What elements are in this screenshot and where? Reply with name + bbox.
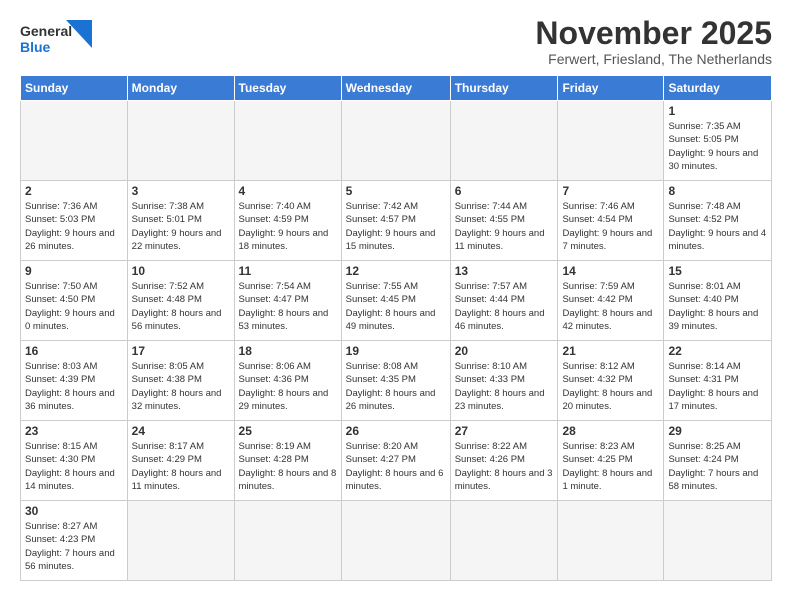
calendar-table: Sunday Monday Tuesday Wednesday Thursday… (20, 75, 772, 581)
table-cell-empty (558, 101, 664, 181)
table-cell-day20: 20 Sunrise: 8:10 AMSunset: 4:33 PMDaylig… (450, 341, 558, 421)
svg-text:General: General (20, 23, 72, 39)
table-cell-day19: 19 Sunrise: 8:08 AMSunset: 4:35 PMDaylig… (341, 341, 450, 421)
header-sunday: Sunday (21, 76, 128, 101)
table-row: 9 Sunrise: 7:50 AMSunset: 4:50 PMDayligh… (21, 261, 772, 341)
table-row: 2 Sunrise: 7:36 AMSunset: 5:03 PMDayligh… (21, 181, 772, 261)
table-row: 1 Sunrise: 7:35 AM Sunset: 5:05 PM Dayli… (21, 101, 772, 181)
table-cell-day10: 10 Sunrise: 7:52 AMSunset: 4:48 PMDaylig… (127, 261, 234, 341)
header-wednesday: Wednesday (341, 76, 450, 101)
header-monday: Monday (127, 76, 234, 101)
table-cell-empty (341, 501, 450, 581)
logo: General Blue (20, 16, 110, 60)
table-cell-day15: 15 Sunrise: 8:01 AMSunset: 4:40 PMDaylig… (664, 261, 772, 341)
table-cell-day17: 17 Sunrise: 8:05 AMSunset: 4:38 PMDaylig… (127, 341, 234, 421)
table-cell-empty (450, 501, 558, 581)
header-saturday: Saturday (664, 76, 772, 101)
table-cell-empty (234, 501, 341, 581)
table-cell-day3: 3 Sunrise: 7:38 AMSunset: 5:01 PMDayligh… (127, 181, 234, 261)
table-cell-day18: 18 Sunrise: 8:06 AMSunset: 4:36 PMDaylig… (234, 341, 341, 421)
table-row: 16 Sunrise: 8:03 AMSunset: 4:39 PMDaylig… (21, 341, 772, 421)
table-cell-day28: 28 Sunrise: 8:23 AMSunset: 4:25 PMDaylig… (558, 421, 664, 501)
table-row: 30 Sunrise: 8:27 AMSunset: 4:23 PMDaylig… (21, 501, 772, 581)
table-cell-empty (341, 101, 450, 181)
page: General Blue November 2025 Ferwert, Frie… (0, 0, 792, 591)
table-cell-day9: 9 Sunrise: 7:50 AMSunset: 4:50 PMDayligh… (21, 261, 128, 341)
table-cell-day1: 1 Sunrise: 7:35 AM Sunset: 5:05 PM Dayli… (664, 101, 772, 181)
table-cell-empty (127, 101, 234, 181)
month-title: November 2025 (535, 16, 772, 51)
title-area: November 2025 Ferwert, Friesland, The Ne… (535, 16, 772, 67)
table-cell-day6: 6 Sunrise: 7:44 AMSunset: 4:55 PMDayligh… (450, 181, 558, 261)
table-cell-day4: 4 Sunrise: 7:40 AMSunset: 4:59 PMDayligh… (234, 181, 341, 261)
header-friday: Friday (558, 76, 664, 101)
table-cell-day5: 5 Sunrise: 7:42 AMSunset: 4:57 PMDayligh… (341, 181, 450, 261)
table-cell-empty (234, 101, 341, 181)
table-cell-day23: 23 Sunrise: 8:15 AMSunset: 4:30 PMDaylig… (21, 421, 128, 501)
table-row: 23 Sunrise: 8:15 AMSunset: 4:30 PMDaylig… (21, 421, 772, 501)
table-cell-day27: 27 Sunrise: 8:22 AMSunset: 4:26 PMDaylig… (450, 421, 558, 501)
table-cell-day26: 26 Sunrise: 8:20 AMSunset: 4:27 PMDaylig… (341, 421, 450, 501)
svg-text:Blue: Blue (20, 39, 51, 55)
table-cell-day7: 7 Sunrise: 7:46 AMSunset: 4:54 PMDayligh… (558, 181, 664, 261)
header: General Blue November 2025 Ferwert, Frie… (20, 16, 772, 67)
weekday-header-row: Sunday Monday Tuesday Wednesday Thursday… (21, 76, 772, 101)
table-cell-day16: 16 Sunrise: 8:03 AMSunset: 4:39 PMDaylig… (21, 341, 128, 421)
header-tuesday: Tuesday (234, 76, 341, 101)
table-cell-day29: 29 Sunrise: 8:25 AMSunset: 4:24 PMDaylig… (664, 421, 772, 501)
table-cell-empty (558, 501, 664, 581)
table-cell-empty (21, 101, 128, 181)
table-cell-empty (664, 501, 772, 581)
table-cell-day11: 11 Sunrise: 7:54 AMSunset: 4:47 PMDaylig… (234, 261, 341, 341)
table-cell-day22: 22 Sunrise: 8:14 AMSunset: 4:31 PMDaylig… (664, 341, 772, 421)
table-cell-day12: 12 Sunrise: 7:55 AMSunset: 4:45 PMDaylig… (341, 261, 450, 341)
table-cell-empty (127, 501, 234, 581)
table-cell-day8: 8 Sunrise: 7:48 AMSunset: 4:52 PMDayligh… (664, 181, 772, 261)
table-cell-day24: 24 Sunrise: 8:17 AMSunset: 4:29 PMDaylig… (127, 421, 234, 501)
table-cell-day25: 25 Sunrise: 8:19 AMSunset: 4:28 PMDaylig… (234, 421, 341, 501)
table-cell-day13: 13 Sunrise: 7:57 AMSunset: 4:44 PMDaylig… (450, 261, 558, 341)
table-cell-day2: 2 Sunrise: 7:36 AMSunset: 5:03 PMDayligh… (21, 181, 128, 261)
generalblue-logo: General Blue (20, 16, 110, 60)
table-cell-empty (450, 101, 558, 181)
table-cell-day21: 21 Sunrise: 8:12 AMSunset: 4:32 PMDaylig… (558, 341, 664, 421)
header-thursday: Thursday (450, 76, 558, 101)
table-cell-day30: 30 Sunrise: 8:27 AMSunset: 4:23 PMDaylig… (21, 501, 128, 581)
location-title: Ferwert, Friesland, The Netherlands (535, 51, 772, 67)
table-cell-day14: 14 Sunrise: 7:59 AMSunset: 4:42 PMDaylig… (558, 261, 664, 341)
